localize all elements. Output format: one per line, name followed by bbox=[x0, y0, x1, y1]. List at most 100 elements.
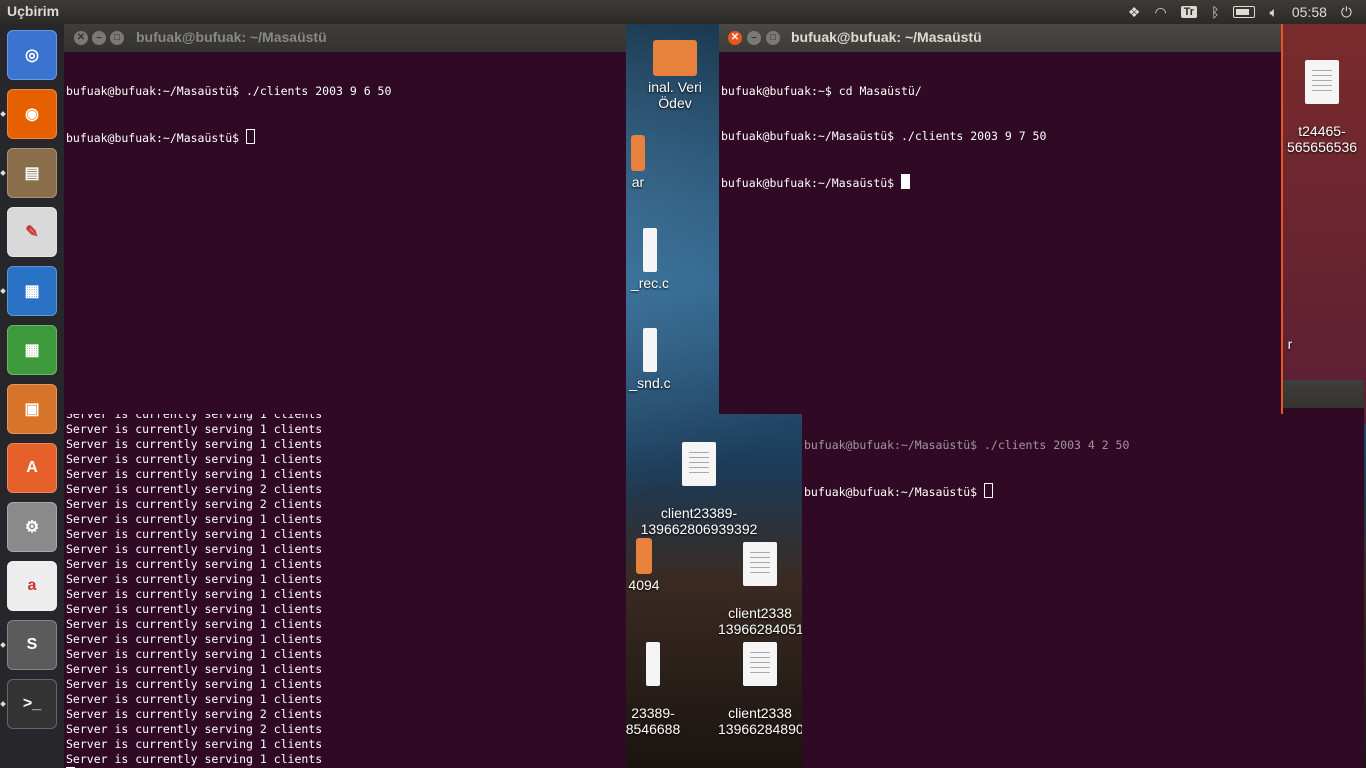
terminal-line: Server is currently serving 1 clients bbox=[66, 617, 323, 631]
document-icon bbox=[646, 642, 660, 686]
document-icon bbox=[643, 228, 657, 272]
running-indicator bbox=[0, 701, 6, 707]
terminal-output: Server is currently serving 1 clients Ser… bbox=[64, 405, 626, 768]
running-indicator bbox=[0, 111, 6, 117]
desktop-file-icon[interactable]: t24465- 565656536 bbox=[1282, 44, 1362, 155]
clock[interactable]: 05:58 bbox=[1292, 4, 1327, 20]
terminal-prompt-line: bufuak@bufuak:~/Masaüstü$ bbox=[804, 483, 1362, 499]
terminal-line: Server is currently serving 1 clients bbox=[66, 737, 323, 751]
terminal-line: Server is currently serving 1 clients bbox=[66, 572, 323, 586]
libreoffice-writer-icon[interactable]: ▦ bbox=[7, 266, 57, 316]
terminal-line: Server is currently serving 1 clients bbox=[66, 647, 323, 661]
desktop-folder-icon[interactable]: 4094 bbox=[626, 538, 662, 593]
terminal-prompt: bufuak@bufuak:~/Masaüstü$ bbox=[721, 176, 902, 190]
folder-icon bbox=[631, 135, 645, 171]
terminal-prompt-line: bufuak@bufuak:~/Masaüstü$ bbox=[66, 129, 624, 145]
document-icon bbox=[682, 442, 716, 486]
terminal-prompt: bufuak@bufuak:~/Masaüstü$ bbox=[66, 131, 247, 145]
volume-muted-icon[interactable]: 🔈︎ bbox=[1269, 4, 1277, 21]
minimize-icon[interactable]: – bbox=[747, 31, 761, 45]
text-cursor bbox=[246, 129, 256, 144]
terminal-window-client-7[interactable]: ✕ – □ bufuak@bufuak: ~/Masaüstü bufuak@b… bbox=[719, 24, 1283, 414]
files-icon[interactable]: ▤ bbox=[7, 148, 57, 198]
terminal-line: Server is currently serving 1 clients bbox=[66, 692, 323, 706]
terminal-line: Server is currently serving 1 clients bbox=[66, 512, 323, 526]
app-title: Uçbirim bbox=[7, 3, 60, 19]
terminal-line: bufuak@bufuak:~/Masaüstü$ ./clients 2003… bbox=[721, 129, 1047, 143]
libreoffice-impress-icon[interactable]: ▣ bbox=[7, 384, 57, 434]
system-settings-icon[interactable]: ⚙ bbox=[7, 502, 57, 552]
close-icon[interactable]: ✕ bbox=[74, 31, 88, 45]
maximize-icon[interactable]: □ bbox=[766, 31, 780, 45]
desktop-folder-icon[interactable]: ar bbox=[628, 135, 648, 190]
terminal-window-server[interactable]: Server is currently serving 1 clients Ser… bbox=[64, 405, 626, 768]
desktop-file-icon[interactable]: r bbox=[1280, 336, 1300, 352]
terminal-line: Server is currently serving 1 clients bbox=[66, 557, 323, 571]
bluetooth-icon[interactable]: ᛒ bbox=[1211, 4, 1219, 20]
terminal-line: Server is currently serving 1 clients bbox=[66, 632, 323, 646]
document-icon bbox=[643, 328, 657, 372]
text-cursor bbox=[901, 174, 911, 189]
terminal-line: Server is currently serving 1 clients bbox=[66, 527, 323, 541]
document-icon bbox=[743, 542, 777, 586]
keyboard-icon[interactable]: Tr bbox=[1180, 6, 1198, 18]
terminal-line: Server is currently serving 2 clients bbox=[66, 707, 323, 721]
amazon-icon[interactable]: a bbox=[7, 561, 57, 611]
firefox-icon[interactable]: ◉ bbox=[7, 89, 57, 139]
desktop-file-icon[interactable]: client23389- 139662806939392 bbox=[636, 426, 762, 537]
running-indicator bbox=[0, 288, 6, 294]
window-titlebar[interactable]: ✕ – □ bufuak@bufuak: ~/Masaüstü bbox=[64, 24, 626, 52]
dash-home-icon[interactable]: ◎ bbox=[7, 30, 57, 80]
close-icon[interactable]: ✕ bbox=[728, 31, 742, 45]
terminal-line: Server is currently serving 2 clients bbox=[66, 497, 323, 511]
document-viewer-icon[interactable]: ✎ bbox=[7, 207, 57, 257]
desktop-file-icon[interactable]: _rec.c bbox=[620, 228, 680, 291]
terminal-prompt-line: bufuak@bufuak:~/Masaüstü$ bbox=[721, 174, 1279, 190]
system-tray: ❖ ◠ Tr ᛒ 🔈︎ 05:58 ⏻ bbox=[1128, 0, 1366, 24]
battery-icon[interactable] bbox=[1233, 6, 1256, 18]
desktop-file-icon[interactable]: client2338 13966284890 bbox=[718, 626, 802, 737]
document-icon bbox=[1305, 60, 1339, 104]
terminal-line: Server is currently serving 1 clients bbox=[66, 752, 323, 766]
dropbox-icon[interactable]: ❖ bbox=[1128, 4, 1141, 21]
terminal-line: bufuak@bufuak:~$ cd Masaüstü/ bbox=[721, 84, 922, 98]
software-center-icon[interactable]: A bbox=[7, 443, 57, 493]
terminal-line: bufuak@bufuak:~/Masaüstü$ ./clients 2003… bbox=[804, 438, 1130, 452]
text-cursor bbox=[984, 483, 994, 498]
terminal-line: bufuak@bufuak:~/Masaüstü$ ./clients 2003… bbox=[66, 84, 392, 98]
libreoffice-calc-icon[interactable]: ▦ bbox=[7, 325, 57, 375]
running-indicator bbox=[0, 642, 6, 648]
terminal-line: Server is currently serving 1 clients bbox=[66, 422, 323, 436]
terminal-line: Server is currently serving 1 clients bbox=[66, 452, 323, 466]
terminal-line: Server is currently serving 1 clients bbox=[66, 677, 323, 691]
desktop-file-icon[interactable]: _snd.c bbox=[620, 328, 680, 391]
desktop-file-icon[interactable]: 23389- 8546688 bbox=[622, 626, 684, 737]
terminal-line: Server is currently serving 1 clients bbox=[66, 662, 323, 676]
folder-icon bbox=[636, 538, 652, 574]
terminal-output: bufuak@bufuak:~$ cd Masaüstü/ bufuak@buf… bbox=[719, 24, 1281, 221]
top-panel: Uçbirim ❖ ◠ Tr ᛒ 🔈︎ 05:58 ⏻ bbox=[0, 0, 1366, 24]
desktop-folder-icon[interactable]: inal. Veri Ödev bbox=[630, 40, 720, 111]
document-icon bbox=[743, 642, 777, 686]
launcher: ◎ ◉ ▤ ✎ ▦ ▦ ▣ A ⚙ a S >_ bbox=[0, 24, 64, 768]
terminal-line: Server is currently serving 2 clients bbox=[66, 722, 323, 736]
terminal-line: Server is currently serving 1 clients bbox=[66, 587, 323, 601]
terminal-line: Server is currently serving 1 clients bbox=[66, 542, 323, 556]
desktop-file-icon[interactable]: client2338 13966284051 bbox=[718, 526, 802, 637]
power-icon[interactable]: ⏻ bbox=[1341, 4, 1352, 21]
window-titlebar[interactable]: ✕ – □ bufuak@bufuak: ~/Masaüstü bbox=[719, 24, 1281, 52]
running-indicator bbox=[0, 170, 6, 176]
sublime-text-icon[interactable]: S bbox=[7, 620, 57, 670]
terminal-icon[interactable]: >_ bbox=[7, 679, 57, 729]
maximize-icon[interactable]: □ bbox=[110, 31, 124, 45]
terminal-line: Server is currently serving 1 clients bbox=[66, 602, 323, 616]
window-title: bufuak@bufuak: ~/Masaüstü bbox=[136, 29, 327, 45]
terminal-line: Server is currently serving 1 clients bbox=[66, 467, 323, 481]
terminal-prompt: bufuak@bufuak:~/Masaüstü$ bbox=[804, 485, 985, 499]
terminal-window-client-6[interactable]: ✕ – □ bufuak@bufuak: ~/Masaüstü bufuak@b… bbox=[64, 24, 626, 414]
terminal-line: Server is currently serving 2 clients bbox=[66, 482, 323, 496]
terminal-window-client-4[interactable]: bufuak@bufuak:~/Masaüstü$ ./clients 2003… bbox=[802, 380, 1364, 768]
minimize-icon[interactable]: – bbox=[92, 31, 106, 45]
terminal-line: Server is currently serving 1 clients bbox=[66, 437, 323, 451]
wifi-icon[interactable]: ◠ bbox=[1154, 4, 1166, 21]
